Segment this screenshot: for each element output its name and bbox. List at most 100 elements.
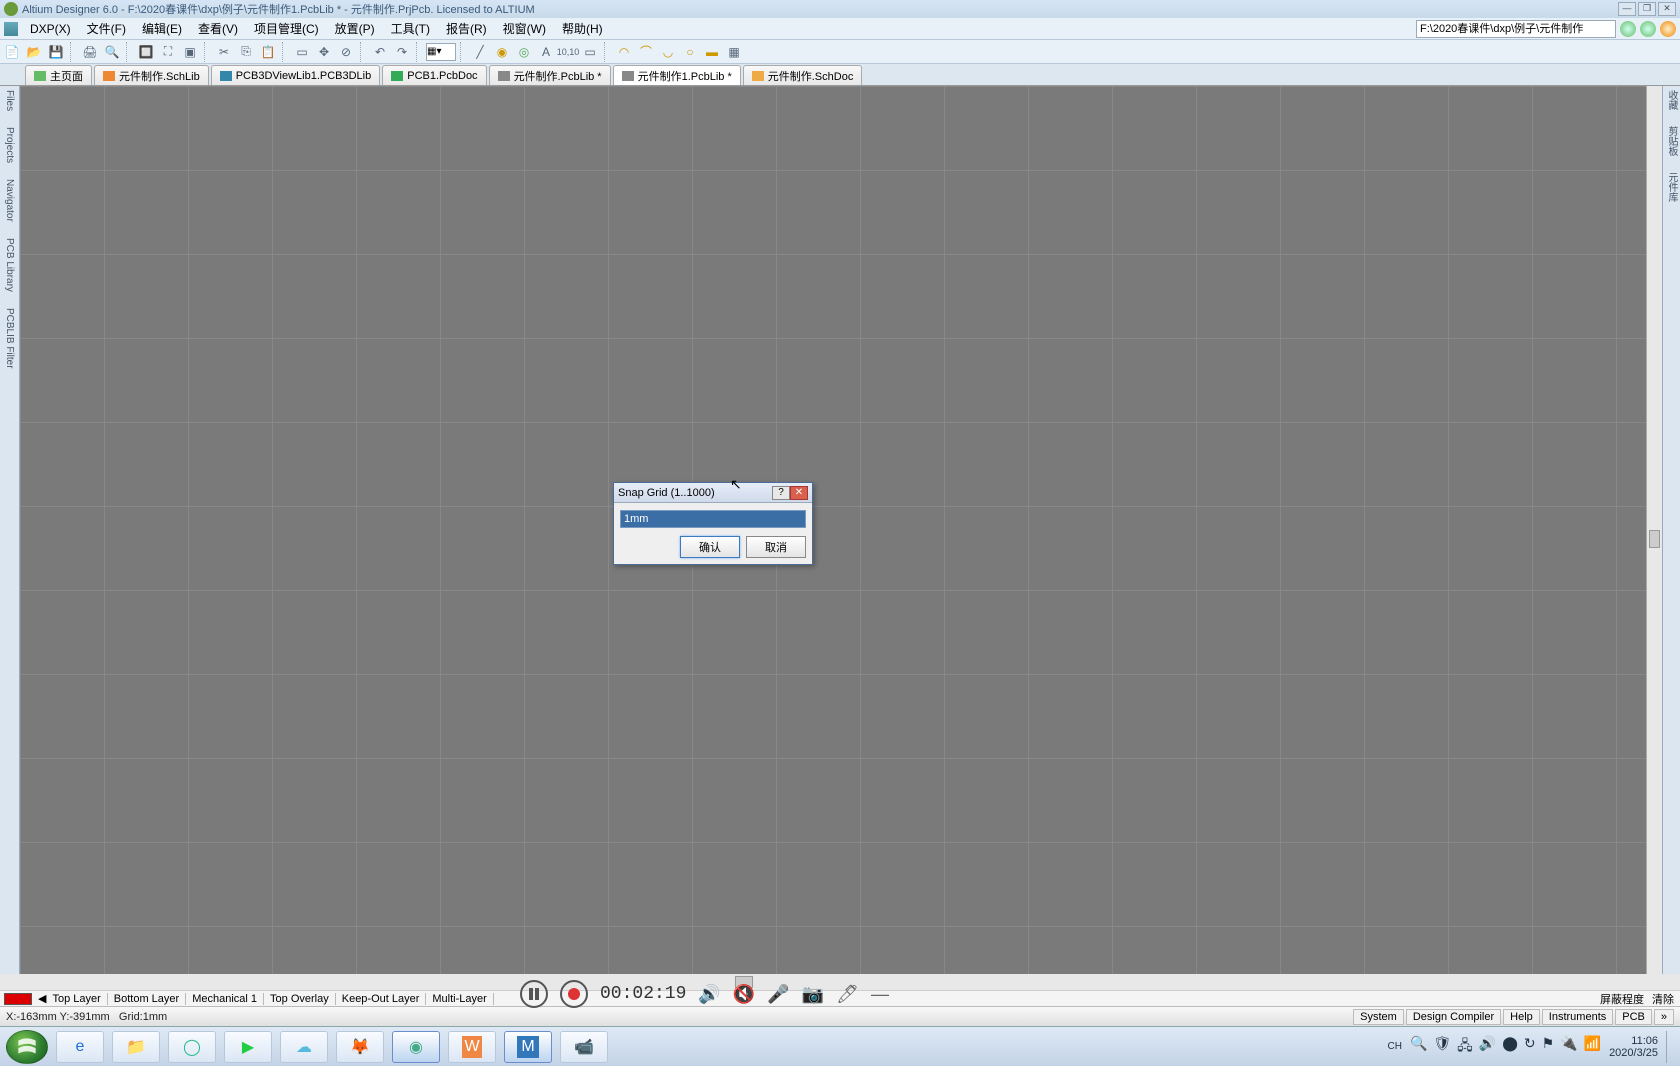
- new-icon[interactable]: 📄: [2, 42, 22, 62]
- zoom-area-icon[interactable]: 🔲: [136, 42, 156, 62]
- tray-vol-icon[interactable]: 🔊: [1479, 1035, 1496, 1059]
- start-button[interactable]: [6, 1030, 48, 1064]
- recent-file-dropdown[interactable]: F:\2020春课件\dxp\例子\元件制作: [1416, 20, 1616, 38]
- open-icon[interactable]: 📂: [24, 42, 44, 62]
- taskbar-wps[interactable]: W: [448, 1031, 496, 1063]
- zoom-select-icon[interactable]: ▣: [180, 42, 200, 62]
- redo-icon[interactable]: ↷: [392, 42, 412, 62]
- tab-3dlib[interactable]: PCB3DViewLib1.PCB3DLib: [211, 65, 381, 85]
- panel-favorites[interactable]: 收藏: [1664, 90, 1679, 110]
- layer-mech1[interactable]: Mechanical 1: [186, 993, 264, 1005]
- pcb-canvas[interactable]: Snap Grid (1..1000) ? ✕ 确认 取消 ↖: [20, 86, 1646, 974]
- tray-net-icon[interactable]: 🖧: [1457, 1035, 1473, 1059]
- taskbar-meeting[interactable]: M: [504, 1031, 552, 1063]
- pen-icon[interactable]: 🖊: [836, 984, 859, 1005]
- layer-top-overlay[interactable]: Top Overlay: [264, 993, 336, 1005]
- undo-icon[interactable]: ↶: [370, 42, 390, 62]
- panel-navigator[interactable]: Navigator: [4, 179, 15, 222]
- fill-tool-icon[interactable]: ▬: [702, 42, 722, 62]
- recorder-stop-button[interactable]: [560, 980, 588, 1008]
- arc-center-icon[interactable]: ◠: [614, 42, 634, 62]
- taskbar-explorer[interactable]: 📁: [112, 1031, 160, 1063]
- tray-shield-icon[interactable]: 🛡: [1433, 1035, 1451, 1059]
- layer-keepout[interactable]: Keep-Out Layer: [336, 993, 427, 1005]
- tray-icons[interactable]: 🔍 🛡 🖧 🔊 ⬤ ↻ ⚑ 🔌 📶: [1410, 1035, 1601, 1059]
- arc-edge-icon[interactable]: ⌒: [636, 42, 656, 62]
- mic-icon[interactable]: 🎤: [767, 984, 789, 1005]
- show-desktop-button[interactable]: [1666, 1031, 1674, 1063]
- menu-dxp[interactable]: DXP(X): [26, 20, 75, 38]
- webcam-icon[interactable]: 📷: [802, 984, 824, 1005]
- panel-clipboard[interactable]: 剪贴板: [1664, 126, 1679, 156]
- minimize-recorder-icon[interactable]: —: [871, 984, 889, 1005]
- grid-value-input[interactable]: [620, 510, 806, 528]
- close-button[interactable]: ✕: [1658, 2, 1676, 16]
- layer-bottom[interactable]: Bottom Layer: [108, 993, 186, 1005]
- menu-edit[interactable]: 编辑(E): [138, 18, 186, 39]
- tab-home[interactable]: 主页面: [25, 65, 92, 85]
- panel-chevron[interactable]: »: [1654, 1009, 1674, 1025]
- copy-icon[interactable]: ⎘: [236, 42, 256, 62]
- layer-top[interactable]: Top Layer: [46, 993, 107, 1005]
- tab-schdoc[interactable]: 元件制作.SchDoc: [743, 65, 863, 85]
- panel-instruments[interactable]: Instruments: [1542, 1009, 1613, 1025]
- volume-icon[interactable]: 🔊: [698, 984, 720, 1005]
- layer-nav-left[interactable]: ◀: [38, 992, 46, 1005]
- nav-home-button[interactable]: [1660, 21, 1676, 37]
- tray-power-icon[interactable]: 🔌: [1560, 1035, 1577, 1059]
- tab-pcblib[interactable]: 元件制作.PcbLib *: [489, 65, 611, 85]
- panel-pcblib-filter[interactable]: PCBLIB Filter: [4, 308, 15, 369]
- panel-files[interactable]: Files: [4, 90, 15, 111]
- panel-libraries[interactable]: 元件库: [1664, 172, 1679, 202]
- vertical-scrollbar[interactable]: [1646, 86, 1662, 974]
- line-tool-icon[interactable]: ╱: [470, 42, 490, 62]
- mask-level-label[interactable]: 屏蔽程度: [1600, 991, 1644, 1007]
- tray-flag-icon[interactable]: ⚑: [1542, 1035, 1555, 1059]
- panel-pcb-library[interactable]: PCB Library: [4, 238, 15, 292]
- panel-design-compiler[interactable]: Design Compiler: [1406, 1009, 1501, 1025]
- taskbar-clock[interactable]: 11:06 2020/3/25: [1609, 1035, 1658, 1059]
- layer-multi[interactable]: Multi-Layer: [426, 993, 493, 1005]
- layer-color-swatch[interactable]: [4, 993, 32, 1005]
- coord-tool-icon[interactable]: 10,10: [558, 42, 578, 62]
- recorder-pause-button[interactable]: [520, 980, 548, 1008]
- cancel-button[interactable]: 取消: [746, 536, 806, 558]
- array-tool-icon[interactable]: ▦: [724, 42, 744, 62]
- tab-pcbdoc[interactable]: PCB1.PcbDoc: [382, 65, 486, 85]
- pad-tool-icon[interactable]: ◉: [492, 42, 512, 62]
- tray-update-icon[interactable]: ↻: [1524, 1035, 1536, 1059]
- menu-project[interactable]: 项目管理(C): [250, 18, 323, 39]
- taskbar-fox[interactable]: 🦊: [336, 1031, 384, 1063]
- nav-fwd-button[interactable]: [1640, 21, 1656, 37]
- move-icon[interactable]: ✥: [314, 42, 334, 62]
- panel-pcb[interactable]: PCB: [1615, 1009, 1652, 1025]
- text-tool-icon[interactable]: A: [536, 42, 556, 62]
- mute-icon[interactable]: 🔇: [733, 984, 755, 1005]
- print-icon[interactable]: 🖨: [80, 42, 100, 62]
- paste-icon[interactable]: 📋: [258, 42, 278, 62]
- save-icon[interactable]: 💾: [46, 42, 66, 62]
- deselect-icon[interactable]: ⊘: [336, 42, 356, 62]
- panel-projects[interactable]: Projects: [4, 127, 15, 163]
- taskbar-ie[interactable]: e: [56, 1031, 104, 1063]
- menu-view[interactable]: 查看(V): [194, 18, 242, 39]
- zoom-fit-icon[interactable]: ⛶: [158, 42, 178, 62]
- preview-icon[interactable]: 🔍: [102, 42, 122, 62]
- minimize-button[interactable]: —: [1618, 2, 1636, 16]
- tray-search-icon[interactable]: 🔍: [1410, 1035, 1427, 1059]
- dialog-help-button[interactable]: ?: [772, 486, 790, 500]
- select-icon[interactable]: ▭: [292, 42, 312, 62]
- menu-report[interactable]: 报告(R): [442, 18, 491, 39]
- taskbar-browser[interactable]: ◯: [168, 1031, 216, 1063]
- menu-place[interactable]: 放置(P): [331, 18, 379, 39]
- taskbar-altium[interactable]: ◉: [392, 1031, 440, 1063]
- taskbar-player[interactable]: ▶: [224, 1031, 272, 1063]
- ok-button[interactable]: 确认: [680, 536, 740, 558]
- arc-any-icon[interactable]: ◡: [658, 42, 678, 62]
- panel-system[interactable]: System: [1353, 1009, 1404, 1025]
- tray-wifi-icon[interactable]: 📶: [1584, 1035, 1601, 1059]
- menu-window[interactable]: 视窗(W): [499, 18, 550, 39]
- full-circle-icon[interactable]: ○: [680, 42, 700, 62]
- grid-dropdown[interactable]: ▦▾: [426, 43, 456, 61]
- tab-schlib[interactable]: 元件制作.SchLib: [94, 65, 209, 85]
